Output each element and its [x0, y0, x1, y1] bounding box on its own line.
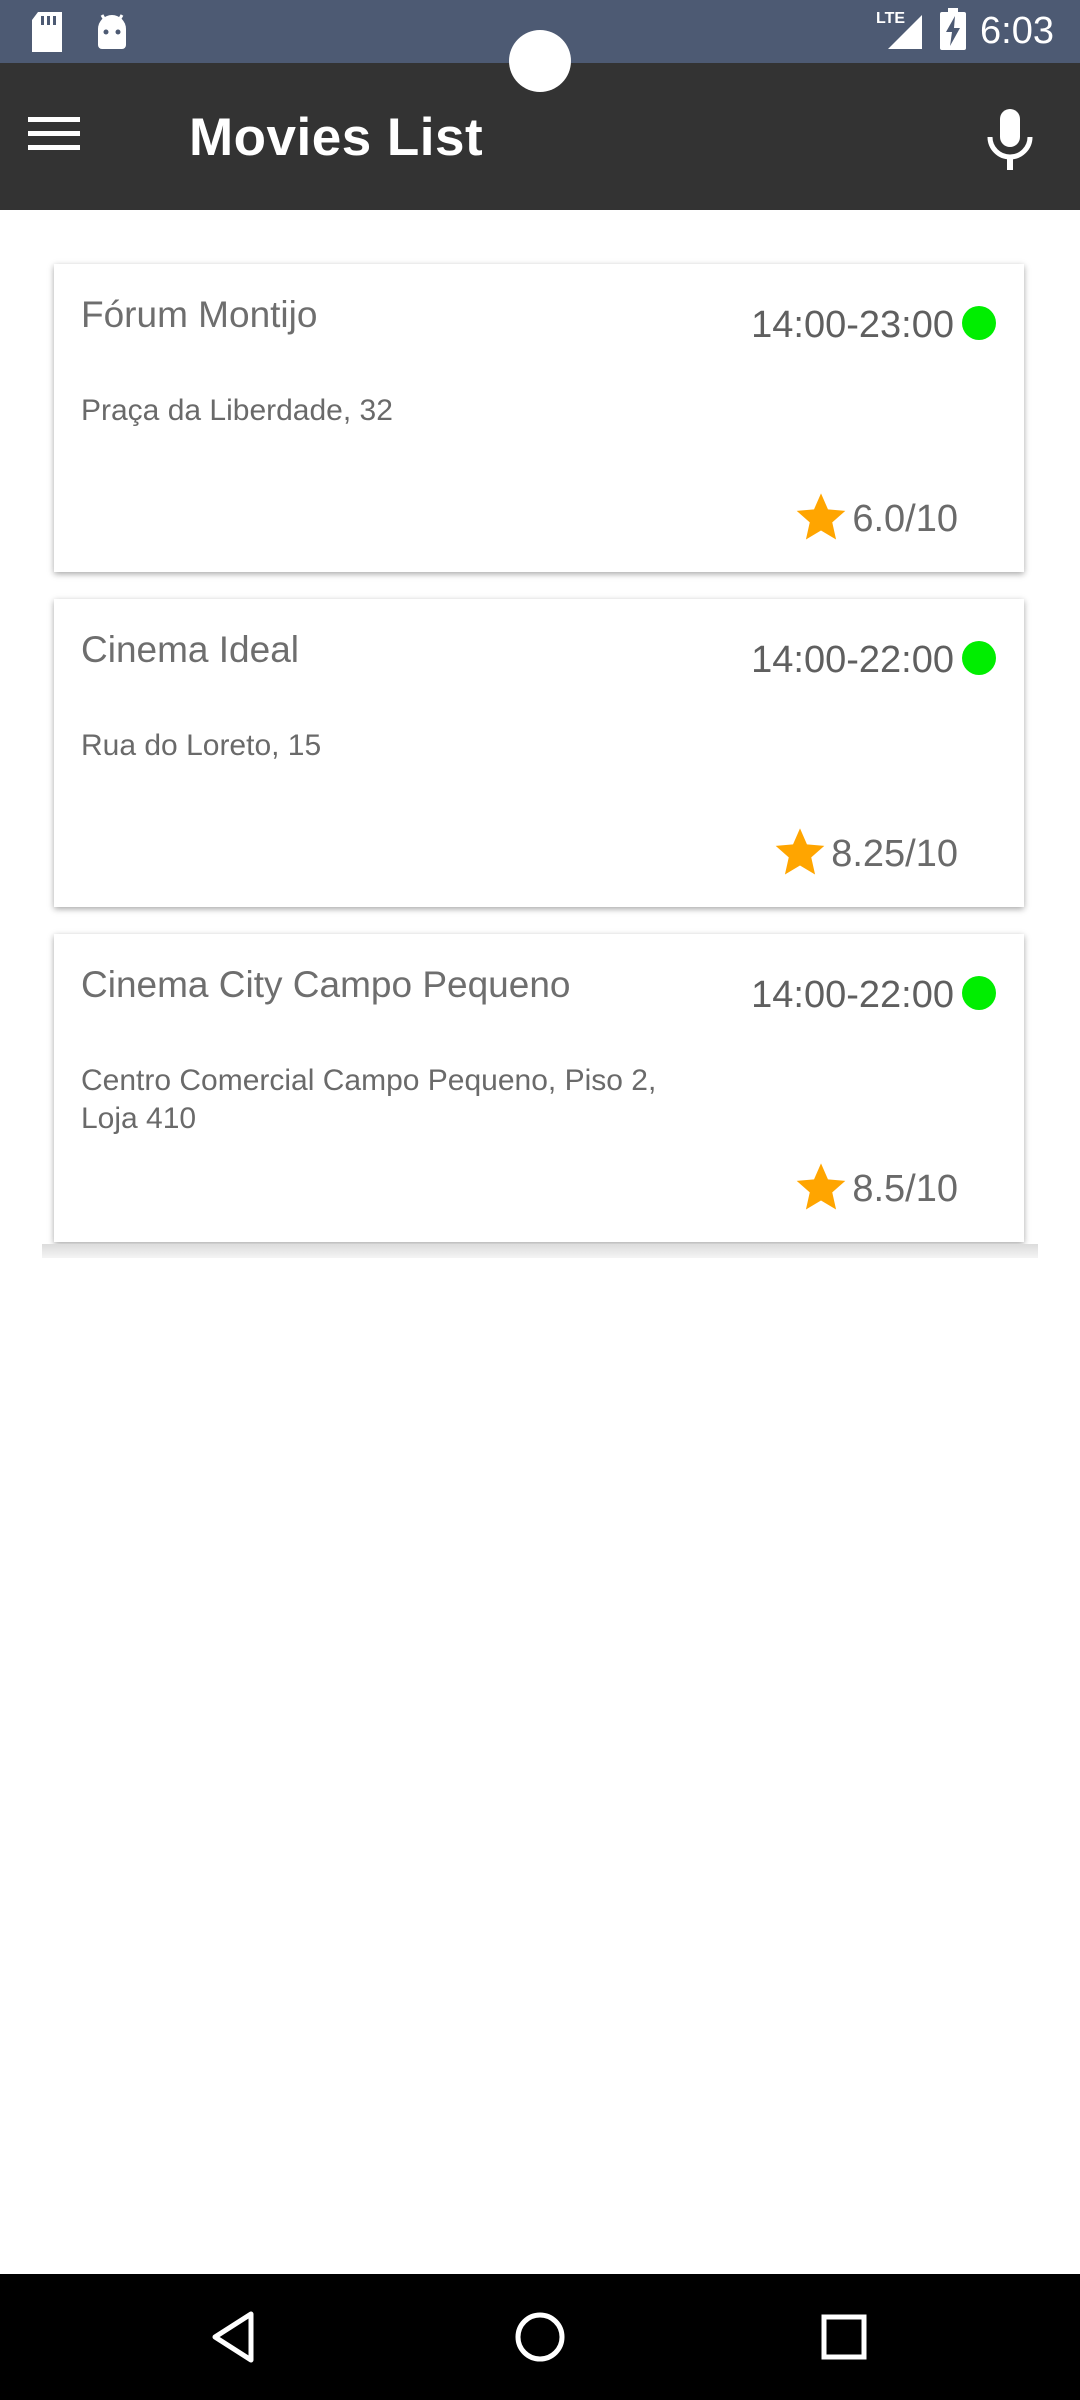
home-icon[interactable] — [505, 2302, 575, 2372]
status-time: 6:03 — [980, 10, 1054, 52]
open-status-indicator — [962, 641, 996, 675]
cinema-list: Fórum Montijo 14:00-23:00 Praça da Liber… — [42, 252, 1038, 1256]
signal-icon: LTE — [876, 7, 926, 56]
system-nav-bar — [0, 2274, 1080, 2400]
open-status-indicator — [962, 976, 996, 1010]
cinema-card[interactable]: Cinema Ideal 14:00-22:00 Rua do Loreto, … — [54, 599, 1024, 907]
back-icon[interactable] — [201, 2302, 271, 2372]
camera-cutout — [509, 30, 571, 92]
cinema-address: Centro Comercial Campo Pequeno, Piso 2, … — [81, 1064, 657, 1135]
cinema-address: Praça da Liberdade, 32 — [81, 394, 393, 427]
star-icon — [794, 490, 848, 549]
page-title: Movies List — [189, 108, 484, 167]
microphone-icon[interactable] — [970, 103, 1050, 183]
battery-charging-icon — [940, 7, 967, 55]
star-icon — [794, 1160, 848, 1219]
open-status-indicator — [962, 306, 996, 340]
hamburger-menu-icon[interactable] — [28, 103, 118, 173]
cinema-hours: 14:00-22:00 — [751, 639, 954, 681]
status-bar-left — [30, 12, 130, 57]
cinema-hours: 14:00-22:00 — [751, 974, 954, 1016]
cinema-card[interactable]: Fórum Montijo 14:00-23:00 Praça da Liber… — [54, 264, 1024, 572]
cinema-name: Fórum Montijo — [81, 294, 318, 335]
star-icon — [773, 825, 827, 884]
cinema-rating: 8.25/10 — [773, 825, 958, 884]
android-icon — [94, 13, 130, 56]
sd-card-icon — [30, 12, 64, 57]
list-bottom-edge — [42, 1244, 1038, 1258]
status-bar-right: LTE 6:03 — [876, 6, 1054, 56]
cinema-card[interactable]: Cinema City Campo Pequeno 14:00-22:00 Ce… — [54, 934, 1024, 1242]
cinema-rating: 6.0/10 — [794, 490, 958, 549]
rating-value: 8.5/10 — [852, 1168, 958, 1210]
svg-text:LTE: LTE — [876, 10, 905, 27]
recents-icon[interactable] — [809, 2302, 879, 2372]
cinema-hours: 14:00-23:00 — [751, 304, 954, 346]
rating-value: 6.0/10 — [852, 498, 958, 540]
rating-value: 8.25/10 — [831, 833, 958, 875]
cinema-address: Rua do Loreto, 15 — [81, 729, 322, 762]
cinema-name: Cinema Ideal — [81, 629, 300, 670]
cinema-name: Cinema City Campo Pequeno — [81, 964, 571, 1005]
cinema-rating: 8.5/10 — [794, 1160, 958, 1219]
